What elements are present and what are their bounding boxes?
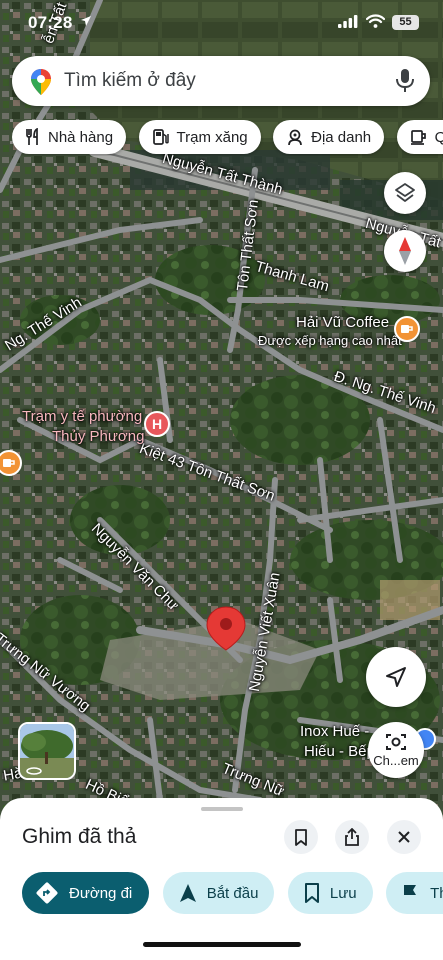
- chip-restaurants[interactable]: Nhà hàng: [12, 120, 127, 154]
- layers-button[interactable]: [384, 172, 426, 214]
- battery-indicator: 55: [392, 15, 419, 30]
- navigation-start-icon: [179, 884, 196, 902]
- chip-label: Quá: [434, 128, 443, 146]
- bookmark-icon: [295, 828, 307, 846]
- landmark-icon: [288, 129, 302, 146]
- status-bar: 07:28 55: [0, 0, 443, 44]
- close-icon: [398, 831, 410, 843]
- bookmark-icon: [304, 883, 319, 903]
- microphone-icon[interactable]: [395, 68, 415, 94]
- home-indicator: [143, 942, 301, 947]
- lens-label: Ch...em: [373, 753, 419, 768]
- chip-landmarks[interactable]: Địa danh: [273, 120, 385, 154]
- chip-label: Địa danh: [311, 128, 372, 146]
- coffee-poi-icon[interactable]: [394, 316, 420, 342]
- camera-lens-icon: [386, 734, 406, 750]
- sheet-drag-handle[interactable]: [201, 807, 243, 811]
- status-time: 07:28: [28, 13, 73, 32]
- layers-icon: [395, 183, 415, 202]
- category-chips: Nhà hàng Trạm xăng Địa danh Quá: [12, 120, 443, 156]
- lens-button[interactable]: Ch...em: [368, 722, 424, 778]
- save-button[interactable]: Lưu: [287, 872, 373, 914]
- location-arrow-icon: [81, 16, 91, 26]
- gas-pump-icon: [152, 129, 169, 145]
- poi-hai-vu-coffee-rating: Được xếp hạng cao nhất: [258, 333, 402, 348]
- coffee-cup-icon: [410, 130, 426, 145]
- poi-hai-vu-coffee-name[interactable]: Hải Vũ Coffee: [296, 314, 389, 331]
- share-button[interactable]: [335, 820, 369, 854]
- cellular-signal-icon: [338, 15, 358, 28]
- hospital-poi-icon[interactable]: H: [144, 411, 170, 437]
- search-bar[interactable]: Tìm kiếm ở đây: [12, 56, 430, 106]
- close-button[interactable]: [387, 820, 421, 854]
- poi-tram-y-te-line2: Thủy Phương: [52, 428, 145, 445]
- chip-label: Nhà hàng: [48, 128, 114, 146]
- directions-icon: [36, 882, 58, 904]
- start-label: Bắt đầu: [206, 884, 259, 902]
- wifi-icon: [366, 14, 385, 28]
- navigation-arrow-icon: [386, 667, 406, 687]
- my-location-button[interactable]: [366, 647, 426, 707]
- action-buttons: Đường đi Bắt đầu Lưu Th: [22, 872, 443, 916]
- save-label: Lưu: [329, 884, 357, 902]
- poi-inox-hue-line1[interactable]: Inox Huế -: [300, 723, 369, 740]
- chip-label: Trạm xăng: [176, 128, 248, 146]
- compass-icon: [399, 237, 411, 265]
- save-bookmark-button[interactable]: [284, 820, 318, 854]
- street-view-thumbnail[interactable]: [18, 722, 76, 780]
- sheet-title: Ghim đã thả: [22, 825, 137, 848]
- more-button[interactable]: Th: [386, 872, 443, 914]
- compass-button[interactable]: [384, 230, 426, 272]
- bottom-sheet: Ghim đã thả Đường đi Bắt đầu Lưu T: [0, 798, 443, 960]
- start-button[interactable]: Bắt đầu: [162, 872, 275, 914]
- share-icon: [345, 828, 359, 846]
- poi-tram-y-te-line1[interactable]: Trạm y tế phường: [22, 408, 142, 425]
- search-input[interactable]: Tìm kiếm ở đây: [64, 70, 196, 92]
- more-label: Th: [430, 884, 443, 902]
- directions-label: Đường đi: [69, 884, 133, 902]
- chip-cafes[interactable]: Quá: [396, 120, 443, 154]
- directions-button[interactable]: Đường đi: [22, 872, 150, 914]
- flag-icon: [404, 885, 417, 902]
- google-maps-pin-icon: [31, 69, 51, 95]
- fork-knife-icon: [26, 128, 38, 145]
- chip-gas-stations[interactable]: Trạm xăng: [138, 120, 261, 154]
